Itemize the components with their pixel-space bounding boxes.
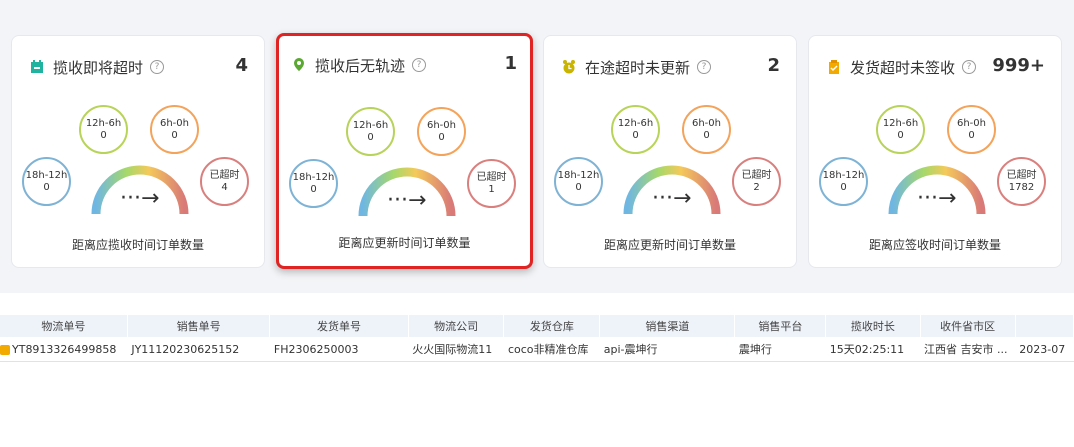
table-row[interactable]: YT8913326499858 JY11120230625152 FH23062… xyxy=(0,337,1074,362)
card-shipped-not-signed[interactable]: 发货超时未签收 ? 999+ 18h-12h 0 12h-6h 0 6h-0h 0 已… xyxy=(808,35,1062,268)
column-header[interactable]: 发货仓库 xyxy=(503,315,601,337)
card-title: 在途超时未更新 xyxy=(585,58,691,77)
column-header[interactable]: 销售单号 xyxy=(127,315,271,337)
card-count: 4 xyxy=(235,55,248,76)
bucket-overdue[interactable]: 已超时 1 xyxy=(467,159,516,208)
sales-order-number: JY11120230625152 xyxy=(127,337,270,362)
bucket-6h-0h[interactable]: 6h-0h 0 xyxy=(682,105,731,154)
card-no-track-after-pickup[interactable]: 揽收后无轨迹 ? 1 18h-12h 0 12h-6h 0 6h-0h 0 已超时 1 … xyxy=(276,33,533,269)
bucket-6h-0h[interactable]: 6h-0h 0 xyxy=(947,105,996,154)
column-header[interactable]: 揽收时长 xyxy=(825,315,921,337)
order-table: 物流单号 销售单号 发货单号 物流公司 发货仓库 销售渠道 销售平台 揽收时长 … xyxy=(0,315,1074,362)
recipient-region: 江西省 吉安市 ... xyxy=(920,337,1016,362)
bucket-overdue[interactable]: 已超时 1782 xyxy=(997,157,1046,206)
tracking-number[interactable]: YT8913326499858 xyxy=(12,343,116,356)
bucket-12h-6h[interactable]: 12h-6h 0 xyxy=(79,105,128,154)
sales-platform: 震坤行 xyxy=(734,337,826,362)
card-count: 2 xyxy=(767,55,780,76)
column-header[interactable]: 销售渠道 xyxy=(599,315,736,337)
arrow-right-icon: ···→ xyxy=(120,186,160,211)
warehouse: coco非精准仓库 xyxy=(503,337,600,362)
arrow-right-icon: ···→ xyxy=(917,186,957,211)
card-count: 1 xyxy=(504,53,517,74)
column-header[interactable]: 物流单号 xyxy=(0,315,128,337)
bucket-12h-6h[interactable]: 12h-6h 0 xyxy=(346,107,395,156)
card-title: 揽收即将超时 xyxy=(53,58,144,77)
help-icon[interactable]: ? xyxy=(412,58,427,72)
bucket-12h-6h[interactable]: 12h-6h 0 xyxy=(611,105,660,154)
bucket-18h-12h[interactable]: 18h-12h 0 xyxy=(819,157,868,206)
card-caption: 距离应揽收时间订单数量 xyxy=(71,238,204,252)
calendar-icon xyxy=(31,60,43,73)
column-header[interactable]: 物流公司 xyxy=(408,315,505,337)
clipboard-check-icon xyxy=(829,60,839,74)
bucket-overdue[interactable]: 已超时 2 xyxy=(732,157,781,206)
sales-channel: api-震坤行 xyxy=(599,337,735,362)
alarm-clock-icon xyxy=(563,60,575,74)
arrow-right-icon: ···→ xyxy=(652,186,692,211)
card-caption: 距离应更新时间订单数量 xyxy=(338,236,471,250)
column-header[interactable]: 销售平台 xyxy=(734,315,827,337)
column-header[interactable]: 发货单号 xyxy=(269,315,409,337)
card-caption: 距离应更新时间订单数量 xyxy=(603,238,736,252)
column-header[interactable] xyxy=(1015,315,1074,337)
bucket-18h-12h[interactable]: 18h-12h 0 xyxy=(289,159,338,208)
column-header[interactable]: 收件省市区 xyxy=(920,315,1016,337)
location-pin-icon xyxy=(294,58,304,71)
card-count: 999+ xyxy=(992,55,1045,76)
card-caption: 距离应签收时间订单数量 xyxy=(868,238,1001,252)
bucket-6h-0h[interactable]: 6h-0h 0 xyxy=(150,105,199,154)
bucket-12h-6h[interactable]: 12h-6h 0 xyxy=(876,105,925,154)
bucket-overdue[interactable]: 已超时 4 xyxy=(200,157,249,206)
table-header-row: 物流单号 销售单号 发货单号 物流公司 发货仓库 销售渠道 销售平台 揽收时长 … xyxy=(0,315,1074,337)
logistics-company: 火火国际物流11 xyxy=(408,337,504,362)
card-title: 揽收后无轨迹 xyxy=(315,56,406,75)
card-in-transit-not-updated[interactable]: 在途超时未更新 ? 2 18h-12h 0 12h-6h 0 6h-0h 0 已超时 2… xyxy=(543,35,797,268)
bucket-6h-0h[interactable]: 6h-0h 0 xyxy=(417,107,466,156)
card-pickup-timeout[interactable]: 揽收即将超时 ? 4 18h-12h 0 12h-6h 0 6h-0h 0 已超时 4 … xyxy=(11,35,265,268)
bucket-18h-12h[interactable]: 18h-12h 0 xyxy=(554,157,603,206)
bucket-18h-12h[interactable]: 18h-12h 0 xyxy=(22,157,71,206)
arrow-right-icon: ···→ xyxy=(387,188,427,213)
shipment-number: FH2306250003 xyxy=(269,337,409,362)
date-cell: 2023-07 xyxy=(1015,337,1074,362)
copy-icon[interactable] xyxy=(0,344,10,355)
card-title: 发货超时未签收 xyxy=(850,58,956,77)
pickup-duration: 15天02:25:11 xyxy=(825,337,921,362)
help-icon[interactable]: ? xyxy=(697,60,712,74)
help-icon[interactable]: ? xyxy=(962,60,977,74)
help-icon[interactable]: ? xyxy=(150,60,165,74)
